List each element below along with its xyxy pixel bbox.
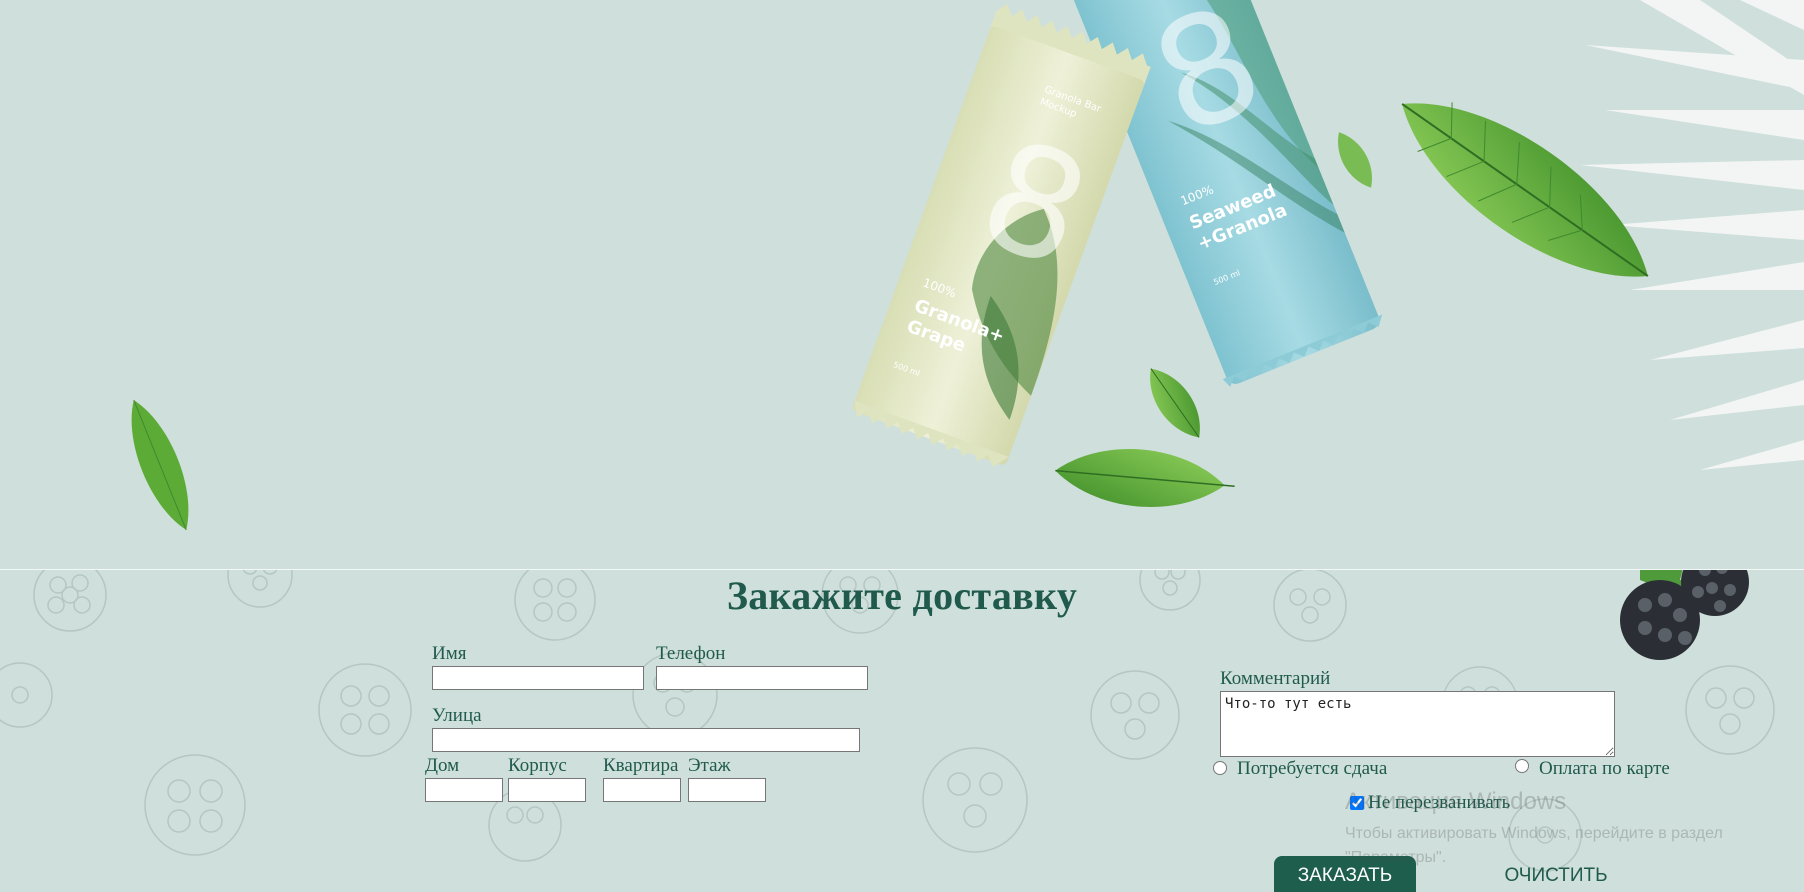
no-call-checkbox[interactable] [1350, 796, 1364, 810]
name-label: Имя [432, 643, 467, 664]
floor-label: Этаж [688, 755, 731, 776]
card-payment-radio[interactable] [1515, 759, 1529, 773]
order-title: Закажите доставку [726, 573, 1078, 618]
leaf-icon [1401, 102, 1649, 277]
floor-input[interactable] [688, 778, 766, 802]
hero-banner: 8 100% Seaweed +Granola 500 ml 8 Granola… [0, 0, 1804, 569]
order-section: Закажите доставку Имя Телефон Улица Дом … [0, 570, 1804, 892]
building-label: Корпус [508, 755, 567, 776]
apartment-input[interactable] [603, 778, 681, 802]
comment-label: Комментарий [1220, 668, 1331, 689]
clear-form-button[interactable]: ОЧИСТИТЬ [1488, 856, 1624, 892]
leaf-icon [131, 399, 189, 531]
house-label: Дом [425, 755, 460, 776]
no-call-label[interactable]: Не перезванивать [1368, 792, 1510, 814]
comment-textarea[interactable]: Что-то тут есть [1220, 691, 1615, 757]
product-bar-granola-grape: 8 Granola Bar Mockup 100% Granola+ Grape… [852, 4, 1151, 467]
leaf-icon [1150, 368, 1200, 438]
building-input[interactable] [508, 778, 586, 802]
street-label: Улица [432, 705, 482, 726]
card-payment-label[interactable]: Оплата по карте [1539, 758, 1670, 780]
phone-input[interactable] [656, 666, 868, 690]
apartment-label: Квартира [603, 755, 679, 776]
house-input[interactable] [425, 778, 503, 802]
change-label[interactable]: Потребуется сдача [1237, 758, 1387, 780]
phone-label: Телефон [656, 643, 726, 664]
change-radio[interactable] [1213, 761, 1227, 775]
name-input[interactable] [432, 666, 644, 690]
street-input[interactable] [432, 728, 860, 752]
submit-order-button[interactable]: ЗАКАЗАТЬ [1274, 856, 1416, 892]
leaf-icon [1338, 132, 1372, 188]
leaf-icon [1055, 449, 1235, 507]
hero-illustration: 8 100% Seaweed +Granola 500 ml 8 Granola… [131, 0, 1804, 531]
